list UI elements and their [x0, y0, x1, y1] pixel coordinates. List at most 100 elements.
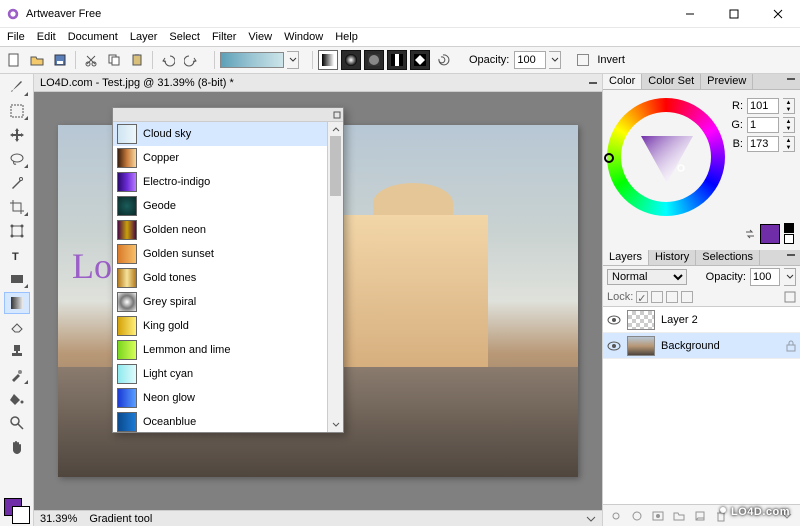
tab-layers[interactable]: Layers — [603, 250, 649, 265]
lock-pixels-toggle[interactable] — [651, 291, 663, 303]
new-file-button[interactable] — [4, 50, 24, 70]
gradient-list-scrollbar[interactable] — [327, 122, 343, 432]
layer-effects-icon[interactable] — [628, 508, 646, 524]
tab-color[interactable]: Color — [603, 74, 642, 89]
magic-wand-tool[interactable] — [4, 172, 30, 194]
lock-position-toggle[interactable] — [666, 291, 678, 303]
gradient-preset-row[interactable]: Oceanblue — [113, 410, 343, 432]
menu-help[interactable]: Help — [330, 30, 363, 44]
transform-tool[interactable] — [4, 220, 30, 242]
gradient-preset-row[interactable]: Geode — [113, 194, 343, 218]
panel-collapse-icon[interactable] — [782, 74, 800, 89]
r-spinner[interactable]: ▲▼ — [783, 98, 795, 114]
shape-tool[interactable] — [4, 268, 30, 290]
gradient-preview[interactable] — [220, 52, 284, 68]
tab-color-set[interactable]: Color Set — [642, 74, 701, 89]
layers-menu-icon[interactable] — [778, 508, 796, 524]
layer-visibility-icon[interactable] — [607, 315, 621, 325]
cut-button[interactable] — [81, 50, 101, 70]
text-tool[interactable]: T — [4, 244, 30, 266]
lasso-tool[interactable] — [4, 148, 30, 170]
gradient-preset-row[interactable]: Electro-indigo — [113, 170, 343, 194]
color-swatches[interactable] — [2, 496, 32, 526]
maximize-button[interactable] — [712, 0, 756, 28]
status-zoom[interactable]: 31.39% — [40, 513, 77, 525]
delete-layer-button[interactable] — [712, 508, 730, 524]
menu-view[interactable]: View — [243, 30, 277, 44]
lock-all-toggle[interactable] — [681, 291, 693, 303]
eraser-tool[interactable] — [4, 316, 30, 338]
layer-mask-icon[interactable] — [784, 291, 796, 303]
opacity-input[interactable] — [514, 51, 546, 69]
open-file-button[interactable] — [27, 50, 47, 70]
gradient-tool[interactable] — [4, 292, 30, 314]
layer-opacity-input[interactable] — [750, 268, 780, 286]
gradient-reflected-button[interactable] — [387, 50, 407, 70]
save-button[interactable] — [50, 50, 70, 70]
menu-layer[interactable]: Layer — [125, 30, 163, 44]
menu-document[interactable]: Document — [63, 30, 123, 44]
invert-checkbox[interactable] — [577, 54, 589, 66]
gradient-preset-row[interactable]: Golden neon — [113, 218, 343, 242]
gradient-preset-row[interactable]: Gold tones — [113, 266, 343, 290]
scroll-down-icon[interactable] — [328, 418, 343, 432]
scroll-up-icon[interactable] — [328, 122, 343, 136]
swap-colors-icon[interactable] — [744, 228, 756, 240]
gradient-linear-button[interactable] — [318, 50, 338, 70]
tab-history[interactable]: History — [649, 250, 696, 265]
default-black-swatch[interactable] — [784, 223, 794, 233]
gradient-preset-row[interactable]: Neon glow — [113, 386, 343, 410]
brush-tool[interactable] — [4, 76, 30, 98]
menu-select[interactable]: Select — [164, 30, 205, 44]
hand-tool[interactable] — [4, 436, 30, 458]
r-input[interactable] — [747, 98, 779, 114]
default-white-swatch[interactable] — [784, 234, 794, 244]
blend-mode-select[interactable]: Normal — [607, 269, 687, 285]
layer-opacity-dropdown[interactable] — [784, 268, 796, 286]
menu-filter[interactable]: Filter — [207, 30, 241, 44]
zoom-tool[interactable] — [4, 412, 30, 434]
layer-link-icon[interactable] — [607, 508, 625, 524]
layer-group-button[interactable] — [670, 508, 688, 524]
menu-file[interactable]: File — [2, 30, 30, 44]
gradient-dropdown-button[interactable] — [287, 51, 299, 69]
background-color-swatch[interactable] — [12, 506, 30, 524]
g-spinner[interactable]: ▲▼ — [783, 117, 795, 133]
layer-row[interactable]: Layer 2 — [603, 307, 800, 333]
opacity-dropdown[interactable] — [549, 51, 561, 69]
fill-tool[interactable] — [4, 388, 30, 410]
gradient-preset-row[interactable]: Cloud sky — [113, 122, 343, 146]
document-tab[interactable]: LO4D.com - Test.jpg @ 31.39% (8-bit) * — [34, 74, 602, 92]
status-menu-icon[interactable] — [586, 514, 596, 524]
new-layer-button[interactable] — [691, 508, 709, 524]
selection-tool[interactable] — [4, 100, 30, 122]
hue-indicator[interactable] — [604, 153, 614, 163]
copy-button[interactable] — [104, 50, 124, 70]
gradient-preset-row[interactable]: Light cyan — [113, 362, 343, 386]
redo-button[interactable] — [181, 50, 201, 70]
crop-tool[interactable] — [4, 196, 30, 218]
minimize-button[interactable] — [668, 0, 712, 28]
panel-popout-icon[interactable] — [331, 108, 343, 121]
gradient-angle-button[interactable] — [364, 50, 384, 70]
eyedropper-tool[interactable] — [4, 364, 30, 386]
gradient-preset-row[interactable]: Golden sunset — [113, 242, 343, 266]
gradient-radial-button[interactable] — [341, 50, 361, 70]
color-wheel[interactable] — [607, 98, 725, 216]
b-input[interactable] — [747, 136, 779, 152]
gradient-preset-row[interactable]: Grey spiral — [113, 290, 343, 314]
layer-row[interactable]: Background — [603, 333, 800, 359]
menu-edit[interactable]: Edit — [32, 30, 61, 44]
layer-mask-button[interactable] — [649, 508, 667, 524]
paste-button[interactable] — [127, 50, 147, 70]
tab-selections[interactable]: Selections — [696, 250, 760, 265]
scroll-thumb[interactable] — [330, 136, 341, 196]
panel-minimize-icon[interactable] — [586, 76, 600, 90]
g-input[interactable] — [747, 117, 779, 133]
lock-transparency-toggle[interactable]: ✓ — [636, 291, 648, 303]
current-color-swatch[interactable] — [760, 224, 780, 244]
move-tool[interactable] — [4, 124, 30, 146]
gradient-spiral-button[interactable] — [433, 50, 453, 70]
close-button[interactable] — [756, 0, 800, 28]
gradient-preset-row[interactable]: Lemmon and lime — [113, 338, 343, 362]
